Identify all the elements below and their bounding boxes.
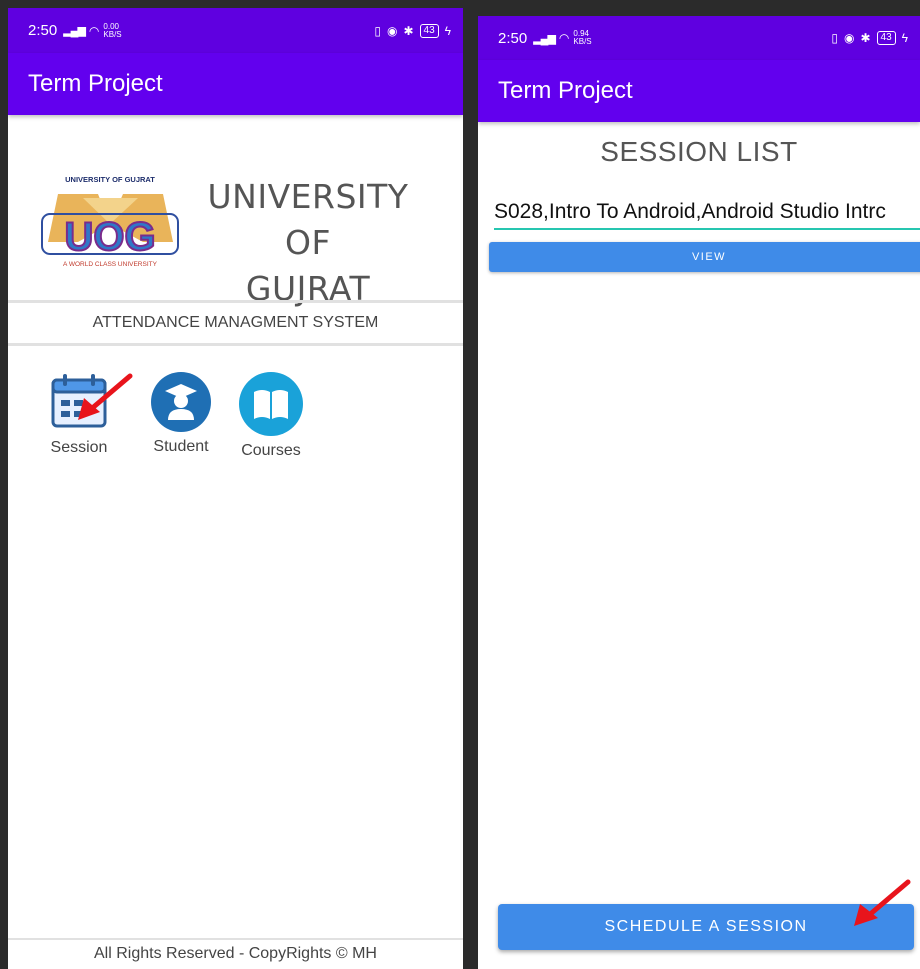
session-input[interactable] (494, 196, 920, 230)
menu-courses-label: Courses (241, 442, 301, 459)
charging-icon: ϟ (901, 31, 908, 45)
app-bar: Term Project (478, 60, 920, 122)
right-phone-screen: 2:50 ▂▄▆ ◠ 0.94 KB/S ▯ ◉ ✱ 43 ϟ Term Pro… (478, 16, 920, 969)
status-icons: ▯ ◉ ✱ 43 ϟ (374, 23, 451, 38)
logo-row: UNIVERSITY OF GUJRAT UOG A WORLD CLASS U… (8, 158, 463, 308)
network-speed: 0.00 KB/S (103, 21, 122, 39)
schedule-session-button[interactable]: SCHEDULE A SESSION (498, 904, 914, 950)
status-bar: 2:50 ▂▄▆ ◠ 0.00 KB/S ▯ ◉ ✱ 43 ϟ (8, 8, 463, 53)
app-bar: Term Project (8, 53, 463, 115)
student-icon[interactable] (151, 372, 211, 432)
wifi-icon: ◠ (88, 23, 100, 38)
status-time: 2:50 (28, 22, 58, 39)
wifi-icon: ◠ (558, 31, 570, 45)
logo-top-text: UNIVERSITY OF GUJRAT (65, 175, 155, 184)
signal-icon: ▂▄▆ (533, 32, 556, 45)
left-phone-screen: 2:50 ▂▄▆ ◠ 0.00 KB/S ▯ ◉ ✱ 43 ϟ Term Pro… (8, 8, 463, 969)
uog-logo: UNIVERSITY OF GUJRAT UOG A WORLD CLASS U… (41, 175, 179, 268)
bluetooth-icon: ✱ (403, 23, 414, 38)
divider-top (8, 300, 463, 303)
status-time: 2:50 (498, 29, 528, 47)
footer-copyright: All Rights Reserved - CopyRights © MH (94, 945, 377, 962)
app-title: Term Project (28, 70, 163, 97)
logo-initials: UOG (64, 215, 155, 259)
menu-student-label: Student (153, 438, 209, 455)
vibrate-icon: ▯ (831, 31, 838, 45)
bluetooth-icon: ✱ (860, 31, 871, 45)
menu-student[interactable]: Student (144, 372, 218, 456)
logo-tagline: A WORLD CLASS UNIVERSITY (63, 261, 158, 268)
status-bar: 2:50 ▂▄▆ ◠ 0.94 KB/S ▯ ◉ ✱ 43 ϟ (478, 16, 920, 60)
status-icons: ▯ ◉ ✱ 43 ϟ (831, 31, 908, 45)
menu-session-label: Session (50, 439, 108, 456)
menu-courses[interactable]: Courses (234, 372, 308, 460)
charging-icon: ϟ (444, 23, 451, 38)
menu-session[interactable]: Session (42, 374, 116, 457)
university-name: UNIVERSITY OF GUJRAT (207, 177, 409, 308)
calendar-icon[interactable] (48, 374, 110, 428)
alarm-icon: ◉ (386, 23, 398, 38)
battery-icon: 43 (419, 23, 439, 38)
battery-icon: 43 (876, 31, 896, 45)
vibrate-icon: ▯ (374, 23, 381, 38)
session-list-title: SESSION LIST (600, 136, 798, 167)
book-icon[interactable] (239, 372, 303, 436)
network-speed: 0.94 KB/S (573, 29, 592, 46)
alarm-icon: ◉ (843, 31, 855, 45)
divider-bottom (8, 343, 463, 346)
view-button[interactable]: VIEW (489, 242, 920, 272)
signal-icon: ▂▄▆ (63, 25, 86, 37)
app-title: Term Project (498, 77, 633, 104)
system-title: ATTENDANCE MANAGMENT SYSTEM (92, 314, 379, 331)
